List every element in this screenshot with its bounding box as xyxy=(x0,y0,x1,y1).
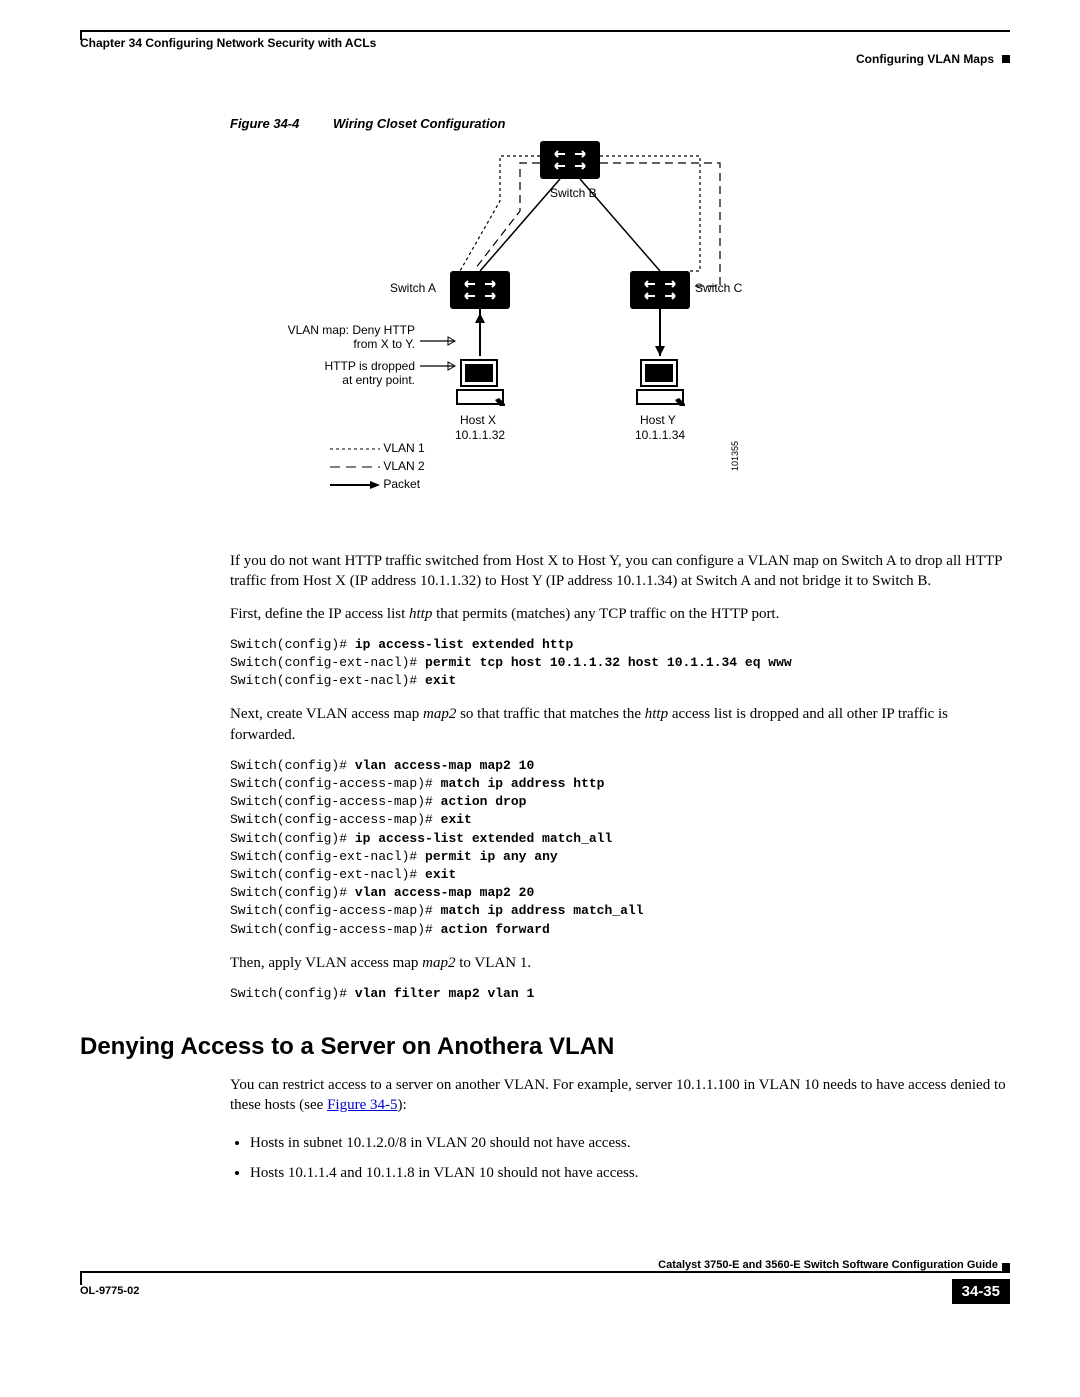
legend-vlan2: VLAN 2 xyxy=(383,459,424,473)
paragraph-restrict: You can restrict access to a server on a… xyxy=(230,1075,1010,1116)
figure-xref-link[interactable]: Figure 34-5 xyxy=(327,1097,397,1113)
figure-sidecode: 101355 xyxy=(730,441,740,471)
figure-number: Figure 34-4 xyxy=(230,116,299,131)
bullet-list: Hosts in subnet 10.1.2.0/8 in VLAN 20 sh… xyxy=(230,1131,1010,1185)
code-block-2: Switch(config)# vlan access-map map2 10 … xyxy=(230,757,1010,939)
list-item: Hosts in subnet 10.1.2.0/8 in VLAN 20 sh… xyxy=(250,1131,1010,1155)
host-x-ip: 10.1.1.32 xyxy=(455,428,505,442)
paragraph-first-define: First, define the IP access list http th… xyxy=(230,604,1010,624)
chapter-title: Chapter 34 Configuring Network Security … xyxy=(80,36,1010,50)
legend-vlan1: VLAN 1 xyxy=(383,441,424,455)
host-y-icon xyxy=(635,356,685,406)
footer-doc-number: OL-9775-02 xyxy=(80,1285,139,1297)
section-title: Configuring VLAN Maps xyxy=(856,52,994,66)
section-heading-deny-access: Denying Access to a Server on Anothera V… xyxy=(80,1033,1010,1061)
http-drop-note-2: at entry point. xyxy=(260,373,415,387)
host-y-label: Host Y xyxy=(640,413,676,427)
host-x-icon xyxy=(455,356,505,406)
figure-title: Wiring Closet Configuration xyxy=(333,116,505,131)
vlan-map-note-1: VLAN map: Deny HTTP xyxy=(260,323,415,337)
figure-diagram: Switch B Switch A Switch C xyxy=(230,141,790,511)
paragraph-then-apply: Then, apply VLAN access map map2 to VLAN… xyxy=(230,953,1010,973)
paragraph-intro: If you do not want HTTP traffic switched… xyxy=(230,551,1010,592)
vlan-map-note-2: from X to Y. xyxy=(260,337,415,351)
section-marker-icon xyxy=(1002,55,1010,63)
paragraph-next-create: Next, create VLAN access map map2 so tha… xyxy=(230,704,1010,745)
code-block-1: Switch(config)# ip access-list extended … xyxy=(230,636,1010,691)
footer-guide-title: Catalyst 3750-E and 3560-E Switch Softwa… xyxy=(80,1259,1010,1271)
http-drop-note-1: HTTP is dropped xyxy=(260,359,415,373)
host-y-ip: 10.1.1.34 xyxy=(635,428,685,442)
page-number: 34-35 xyxy=(952,1279,1010,1304)
code-block-3: Switch(config)# vlan filter map2 vlan 1 xyxy=(230,985,1010,1003)
list-item: Hosts 10.1.1.4 and 10.1.1.8 in VLAN 10 s… xyxy=(250,1161,1010,1185)
host-x-label: Host X xyxy=(460,413,496,427)
legend-packet: Packet xyxy=(383,477,420,491)
